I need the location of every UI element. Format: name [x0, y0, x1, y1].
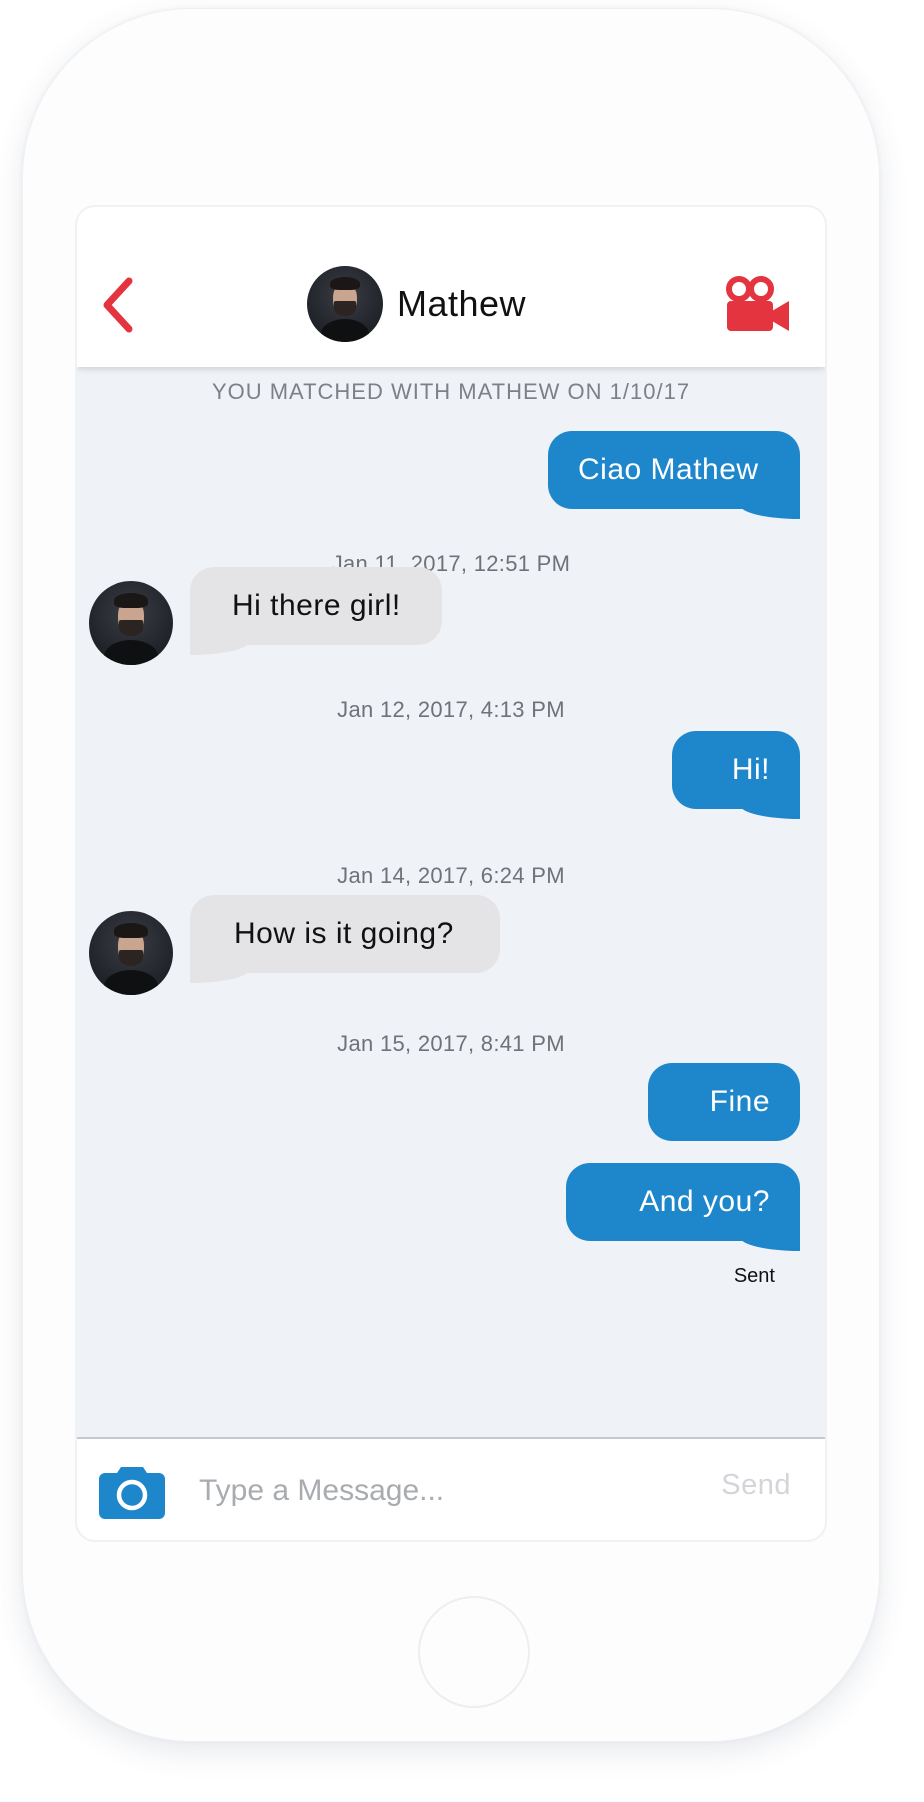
camera-button[interactable]: [99, 1463, 165, 1519]
message-bubble-incoming[interactable]: How is it going?: [190, 895, 500, 983]
timestamp: Jan 14, 2017, 6:24 PM: [337, 863, 565, 888]
timestamp: Jan 15, 2017, 8:41 PM: [337, 1031, 565, 1056]
send-button[interactable]: Send: [721, 1469, 791, 1502]
delivery-status: Sent: [733, 1265, 775, 1287]
video-camera-icon: [726, 276, 789, 331]
contact-avatar: [307, 266, 383, 342]
message-composer: Send: [77, 1437, 825, 1540]
contact-name: Mathew: [397, 283, 527, 324]
chat-header: Mathew: [77, 207, 825, 367]
message-bubble-incoming[interactable]: Hi there girl!: [190, 567, 442, 655]
back-button[interactable]: [99, 275, 139, 335]
contact-info[interactable]: Mathew: [307, 264, 526, 344]
message-bubble-outgoing[interactable]: Fine: [648, 1063, 800, 1141]
sender-avatar[interactable]: [89, 911, 173, 995]
message-bubble-outgoing[interactable]: Ciao Mathew: [548, 431, 800, 519]
match-note: YOU MATCHED WITH MATHEW ON 1/10/17: [211, 379, 691, 404]
message-text: How is it going?: [234, 917, 454, 950]
message-text: Fine: [709, 1085, 770, 1118]
message-text: And you?: [639, 1185, 770, 1218]
chevron-left-icon: [103, 277, 133, 333]
message-bubble-outgoing[interactable]: Hi!: [672, 731, 800, 819]
sender-avatar[interactable]: [89, 581, 173, 665]
home-button[interactable]: [418, 1596, 530, 1708]
camera-icon: [99, 1467, 165, 1519]
message-text: Hi there girl!: [232, 589, 401, 622]
message-bubble-outgoing[interactable]: And you?: [566, 1163, 800, 1251]
message-list[interactable]: YOU MATCHED WITH MATHEW ON 1/10/17 Ciao …: [77, 367, 825, 1445]
message-text: Ciao Mathew: [578, 453, 759, 486]
timestamp: Jan 12, 2017, 4:13 PM: [337, 697, 565, 722]
chat-screen: Mathew YOU MATCHED WITH MATHEW ON 1/10/1…: [75, 205, 827, 1542]
timestamp: Jan 11, 2017, 12:51 PM: [331, 551, 571, 576]
message-input[interactable]: [197, 1463, 621, 1519]
message-text: Hi!: [731, 753, 770, 786]
video-call-button[interactable]: [725, 275, 791, 333]
